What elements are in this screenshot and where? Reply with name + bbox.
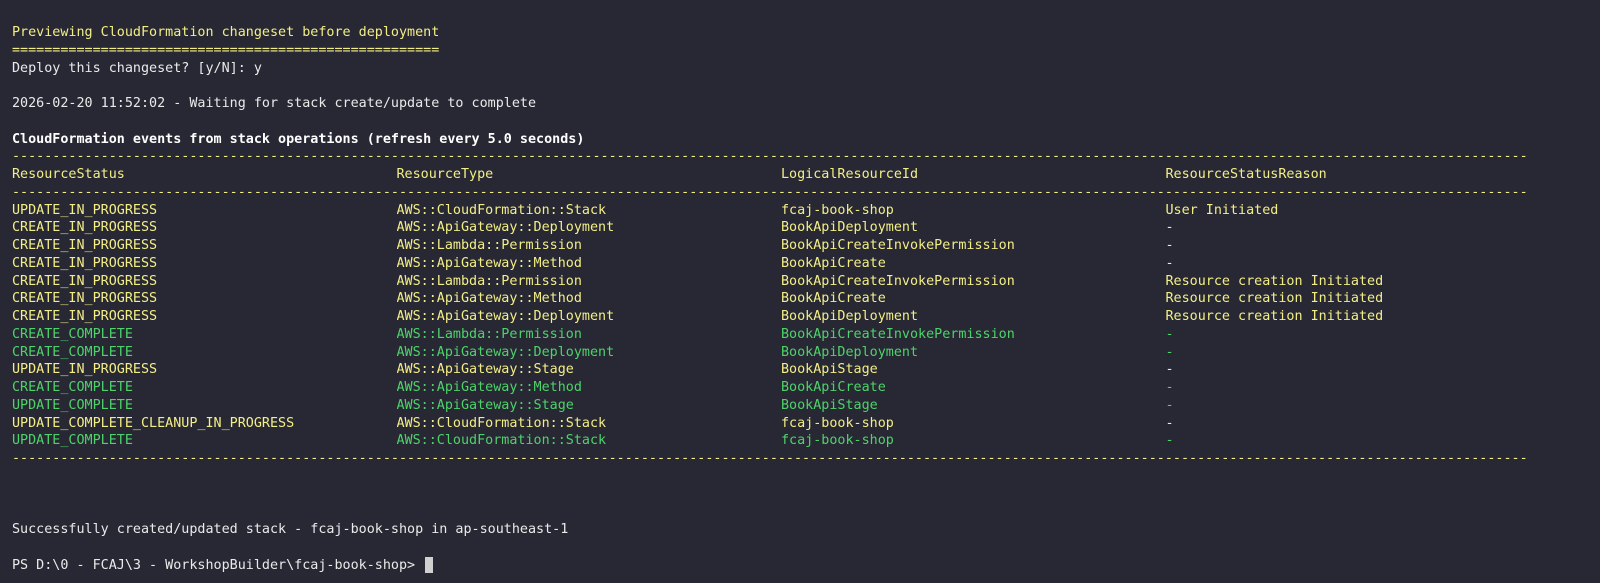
- table-row: UPDATE_IN_PROGRESS AWS::CloudFormation::S…: [12, 202, 1600, 220]
- waiting-line: 2026-02-20 11:52:02 - Waiting for stack …: [12, 96, 537, 111]
- cell-resource-status-reason: -: [1165, 397, 1174, 413]
- table-separator-bottom: ----------------------------------------…: [12, 451, 1526, 466]
- table-row: UPDATE_COMPLETE_CLEANUP_IN_PROGRESS AWS::…: [12, 415, 1600, 433]
- cell-resource-status: UPDATE_IN_PROGRESS: [12, 202, 158, 218]
- cell-logical-resource-id: BookApiCreate: [781, 380, 886, 395]
- table-row: CREATE_IN_PROGRESS AWS::Lambda::Permissio…: [12, 273, 1600, 291]
- cell-resource-type: AWS::ApiGateway::Deployment: [396, 309, 615, 324]
- cell-resource-status-reason: -: [1165, 238, 1174, 253]
- table-header-row: ResourceStatus ResourceType LogicalResou…: [12, 166, 1600, 184]
- cell-resource-status: CREATE_COMPLETE: [12, 344, 133, 360]
- table-row: UPDATE_COMPLETE AWS::CloudFormation::Stac…: [12, 432, 1600, 450]
- cell-resource-status-reason: -: [1165, 362, 1174, 378]
- cell-logical-resource-id: BookApiStage: [781, 362, 878, 378]
- cell-resource-status: UPDATE_COMPLETE: [12, 397, 133, 413]
- cell-logical-resource-id: BookApiDeployment: [781, 309, 919, 324]
- cell-resource-status: CREATE_IN_PROGRESS: [12, 291, 158, 307]
- table-row: CREATE_COMPLETE AWS::ApiGateway::Deployme…: [12, 344, 1600, 362]
- table-row: CREATE_IN_PROGRESS AWS::ApiGateway::Deplo…: [12, 219, 1600, 237]
- cell-logical-resource-id: BookApiDeployment: [781, 220, 919, 236]
- text-cursor[interactable]: [425, 556, 434, 573]
- cell-logical-resource-id: BookApiDeployment: [781, 344, 919, 360]
- cell-resource-status-reason: -: [1165, 220, 1174, 236]
- cell-resource-status: CREATE_IN_PROGRESS: [12, 238, 158, 253]
- cell-logical-resource-id: BookApiCreateInvokePermission: [781, 273, 1015, 289]
- cell-logical-resource-id: fcaj-book-shop: [781, 433, 894, 449]
- cell-resource-status-reason: User Initiated: [1165, 202, 1279, 218]
- cell-resource-type: AWS::CloudFormation::Stack: [396, 202, 607, 218]
- cell-resource-type: AWS::Lambda::Permission: [396, 326, 582, 342]
- table-separator-top: ----------------------------------------…: [12, 149, 1526, 165]
- cell-resource-type: AWS::Lambda::Permission: [396, 238, 582, 253]
- cell-resource-type: AWS::ApiGateway::Deployment: [396, 220, 615, 236]
- cell-logical-resource-id: BookApiCreate: [781, 255, 886, 271]
- cell-resource-status-reason: -: [1165, 415, 1174, 431]
- terminal-window[interactable]: Previewing CloudFormation changeset befo…: [0, 0, 1600, 583]
- deploy-prompt: Deploy this changeset? [y/N]: y: [12, 60, 262, 76]
- cell-resource-type: AWS::CloudFormation::Stack: [396, 433, 607, 449]
- table-separator-header: ----------------------------------------…: [12, 184, 1526, 200]
- cell-resource-status-reason: -: [1165, 326, 1174, 342]
- cell-logical-resource-id: fcaj-book-shop: [781, 202, 894, 218]
- cell-resource-type: AWS::Lambda::Permission: [396, 273, 582, 289]
- cell-resource-type: AWS::ApiGateway::Deployment: [396, 344, 615, 360]
- cell-logical-resource-id: fcaj-book-shop: [781, 415, 894, 431]
- cell-resource-status-reason: Resource creation Initiated: [1165, 309, 1384, 324]
- cell-resource-status: CREATE_IN_PROGRESS: [12, 255, 158, 271]
- cell-resource-status: CREATE_COMPLETE: [12, 380, 133, 395]
- cell-resource-status: CREATE_IN_PROGRESS: [12, 220, 158, 236]
- table-row: CREATE_IN_PROGRESS AWS::ApiGateway::Metho…: [12, 290, 1600, 308]
- table-row: CREATE_COMPLETE AWS::Lambda::Permission Bo…: [12, 326, 1600, 344]
- cell-resource-status-reason: -: [1165, 380, 1174, 395]
- cell-resource-type: AWS::ApiGateway::Stage: [396, 397, 574, 413]
- cell-resource-type: AWS::ApiGateway::Method: [396, 255, 582, 271]
- cell-logical-resource-id: BookApiCreate: [781, 291, 886, 307]
- cell-resource-status-reason: -: [1165, 433, 1174, 449]
- header-resource-status: ResourceStatus: [12, 167, 125, 182]
- preview-title: Previewing CloudFormation changeset befo…: [12, 25, 440, 40]
- table-row: UPDATE_IN_PROGRESS AWS::ApiGateway::Stage…: [12, 361, 1600, 379]
- table-row: CREATE_IN_PROGRESS AWS::ApiGateway::Deplo…: [12, 308, 1600, 326]
- cell-resource-status: CREATE_IN_PROGRESS: [12, 309, 158, 324]
- table-row: CREATE_IN_PROGRESS AWS::ApiGateway::Metho…: [12, 255, 1600, 273]
- cell-resource-status: CREATE_IN_PROGRESS: [12, 273, 158, 289]
- cell-resource-status-reason: Resource creation Initiated: [1165, 291, 1384, 307]
- success-line: Successfully created/updated stack - fca…: [12, 522, 569, 537]
- header-resource-type: ResourceType: [396, 167, 494, 182]
- cell-logical-resource-id: BookApiCreateInvokePermission: [781, 326, 1015, 342]
- cell-resource-status: UPDATE_COMPLETE: [12, 433, 133, 449]
- cell-resource-status-reason: -: [1165, 344, 1174, 360]
- cell-logical-resource-id: BookApiStage: [781, 397, 878, 413]
- cell-resource-status-reason: Resource creation Initiated: [1165, 273, 1384, 289]
- cell-resource-status: UPDATE_COMPLETE_CLEANUP_IN_PROGRESS: [12, 415, 295, 431]
- cell-logical-resource-id: BookApiCreateInvokePermission: [781, 238, 1015, 253]
- cell-resource-type: AWS::ApiGateway::Stage: [396, 362, 574, 378]
- shell-prompt-line[interactable]: PS D:\0 - FCAJ\3 - WorkshopBuilder\fcaj-…: [12, 556, 1600, 575]
- table-row: CREATE_IN_PROGRESS AWS::Lambda::Permissio…: [12, 237, 1600, 255]
- preview-underline: ========================================…: [12, 42, 440, 58]
- header-logical-resource-id: LogicalResourceId: [781, 167, 919, 182]
- table-row: UPDATE_COMPLETE AWS::ApiGateway::Stage Boo…: [12, 397, 1600, 415]
- shell-prompt: PS D:\0 - FCAJ\3 - WorkshopBuilder\fcaj-…: [12, 557, 424, 573]
- table-row: CREATE_COMPLETE AWS::ApiGateway::Method Bo…: [12, 379, 1600, 397]
- cell-resource-status-reason: -: [1165, 255, 1174, 271]
- event-rows: UPDATE_IN_PROGRESSAWS::CloudFormation::S…: [12, 202, 1600, 451]
- cell-resource-type: AWS::ApiGateway::Method: [396, 291, 582, 307]
- events-title: CloudFormation events from stack operati…: [12, 131, 585, 147]
- cell-resource-type: AWS::CloudFormation::Stack: [396, 415, 607, 431]
- header-resource-status-reason: ResourceStatusReason: [1165, 167, 1327, 182]
- cell-resource-type: AWS::ApiGateway::Method: [396, 380, 582, 395]
- cell-resource-status: CREATE_COMPLETE: [12, 326, 133, 342]
- cell-resource-status: UPDATE_IN_PROGRESS: [12, 362, 158, 378]
